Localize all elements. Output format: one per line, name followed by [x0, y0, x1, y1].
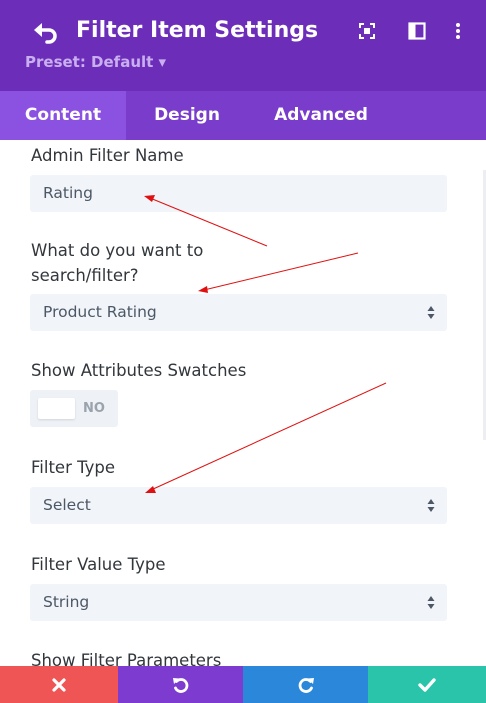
filter-value-type-value: String	[43, 593, 90, 611]
undo-icon	[172, 677, 188, 693]
select-arrows-icon	[427, 499, 435, 512]
redo-icon	[298, 677, 314, 693]
fullscreen-icon[interactable]	[357, 21, 377, 41]
filter-type-select[interactable]: Select	[30, 487, 447, 524]
save-button[interactable]	[368, 666, 486, 703]
discard-button[interactable]	[0, 666, 118, 703]
more-options-icon[interactable]	[448, 21, 468, 41]
check-icon	[418, 677, 436, 692]
search-filter-value: Product Rating	[43, 303, 157, 321]
filter-parameters-label: Show Filter Parameters	[31, 651, 222, 666]
close-icon	[52, 677, 66, 692]
back-arrow-icon[interactable]	[30, 17, 60, 45]
select-arrows-icon	[427, 306, 435, 319]
admin-filter-name-label: Admin Filter Name	[31, 146, 184, 165]
toggle-knob	[38, 398, 75, 419]
admin-filter-name-input[interactable]: Rating	[30, 175, 447, 212]
modal-footer	[0, 666, 486, 703]
filter-type-label: Filter Type	[31, 458, 116, 477]
undo-button[interactable]	[118, 666, 243, 703]
filter-value-type-label: Filter Value Type	[31, 555, 166, 574]
modal-title: Filter Item Settings	[76, 18, 319, 43]
settings-content: Admin Filter Name Rating What do you wan…	[0, 140, 486, 666]
preset-dropdown[interactable]: Preset: Default ▾	[25, 52, 166, 72]
search-filter-label-line1: What do you want to	[31, 241, 204, 260]
tab-advanced[interactable]: Advanced	[248, 91, 394, 140]
settings-header: Filter Item Settings Preset: Default ▾	[0, 0, 486, 91]
tab-content[interactable]: Content	[0, 91, 126, 140]
settings-tabs: Content Design Advanced	[0, 91, 486, 140]
swatches-label: Show Attributes Swatches	[31, 361, 247, 380]
toggle-state-text: NO	[83, 401, 105, 416]
filter-type-value: Select	[43, 496, 91, 514]
select-arrows-icon	[427, 596, 435, 609]
admin-filter-name-value: Rating	[43, 184, 93, 202]
redo-button[interactable]	[243, 666, 368, 703]
filter-value-type-select[interactable]: String	[30, 584, 447, 621]
tab-design[interactable]: Design	[126, 91, 248, 140]
search-filter-label-line2: search/filter?	[31, 266, 139, 285]
search-filter-select[interactable]: Product Rating	[30, 294, 447, 331]
split-view-icon[interactable]	[407, 21, 427, 41]
swatches-toggle[interactable]: NO	[30, 390, 118, 427]
